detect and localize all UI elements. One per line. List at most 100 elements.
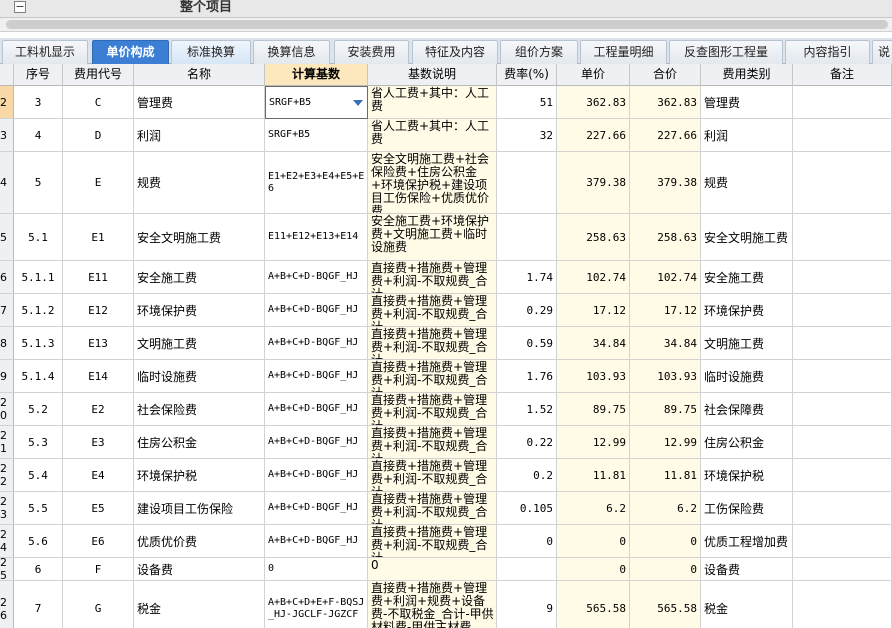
price-cell[interactable]: 227.66: [557, 119, 630, 152]
price-cell[interactable]: 362.83: [557, 86, 630, 119]
base-cell[interactable]: A+B+C+D-BQGF_HJ: [265, 426, 368, 459]
desc-cell[interactable]: 省人工费+其中：人工费: [368, 119, 497, 152]
scrollbar-thumb[interactable]: [6, 20, 888, 29]
table-row[interactable]: 4 5 E 规费 E1+E2+E3+E4+E5+E6 安全文明施工费+社会保险费+住房公积…: [0, 152, 892, 214]
base-cell[interactable]: A+B+C+D-BQGF_HJ: [265, 327, 368, 360]
price-cell[interactable]: 379.38: [557, 152, 630, 214]
note-cell[interactable]: [793, 214, 892, 261]
desc-cell[interactable]: 省人工费+其中：人工费: [368, 86, 497, 119]
total-cell[interactable]: 379.38: [630, 152, 701, 214]
table-row[interactable]: 24 5.6 E6 优质优价费 A+B+C+D-BQGF_HJ 直接费+措施费+管理费+利…: [0, 525, 892, 558]
row-header[interactable]: 22: [0, 459, 14, 492]
total-cell[interactable]: 17.12: [630, 294, 701, 327]
row-header[interactable]: 25: [0, 558, 14, 581]
category-cell[interactable]: 安全文明施工费: [701, 214, 793, 261]
code-cell[interactable]: E4: [63, 459, 134, 492]
code-cell[interactable]: E1: [63, 214, 134, 261]
note-cell[interactable]: [793, 581, 892, 628]
tab-pricing-scheme[interactable]: 组价方案: [500, 40, 578, 64]
desc-cell[interactable]: 直接费+措施费+管理费+利润-不取规费_合计: [368, 525, 497, 558]
total-cell[interactable]: 103.93: [630, 360, 701, 393]
price-cell[interactable]: 0: [557, 558, 630, 581]
category-cell[interactable]: 管理费: [701, 86, 793, 119]
header-base[interactable]: 计算基数: [265, 64, 368, 86]
header-price[interactable]: 单价: [557, 64, 630, 86]
note-cell[interactable]: [793, 459, 892, 492]
name-cell[interactable]: 税金: [134, 581, 265, 628]
base-cell[interactable]: SRGF+B5: [265, 86, 368, 119]
code-cell[interactable]: E14: [63, 360, 134, 393]
seq-cell[interactable]: 5.1.2: [14, 294, 63, 327]
horizontal-scrollbar[interactable]: [0, 18, 892, 32]
base-cell[interactable]: A+B+C+D-BQGF_HJ: [265, 459, 368, 492]
desc-cell[interactable]: 直接费+措施费+管理费+利润-不取规费_合计: [368, 294, 497, 327]
name-cell[interactable]: 建设项目工伤保险: [134, 492, 265, 525]
name-cell[interactable]: 利润: [134, 119, 265, 152]
code-cell[interactable]: E3: [63, 426, 134, 459]
price-cell[interactable]: 0: [557, 525, 630, 558]
row-header[interactable]: 8: [0, 327, 14, 360]
rate-cell[interactable]: 1.74: [497, 261, 557, 294]
category-cell[interactable]: 文明施工费: [701, 327, 793, 360]
table-row[interactable]: 6 5.1.1 E11 安全施工费 A+B+C+D-BQGF_HJ 直接费+措施费+管理费…: [0, 261, 892, 294]
rate-cell[interactable]: [497, 152, 557, 214]
total-cell[interactable]: 258.63: [630, 214, 701, 261]
category-cell[interactable]: 设备费: [701, 558, 793, 581]
tab-unit-price-composition[interactable]: 单价构成: [92, 40, 169, 64]
seq-cell[interactable]: 5.6: [14, 525, 63, 558]
name-cell[interactable]: 规费: [134, 152, 265, 214]
row-header[interactable]: 24: [0, 525, 14, 558]
header-rate[interactable]: 费率(%): [497, 64, 557, 86]
seq-cell[interactable]: 5.1.4: [14, 360, 63, 393]
note-cell[interactable]: [793, 86, 892, 119]
rate-cell[interactable]: 51: [497, 86, 557, 119]
code-cell[interactable]: E12: [63, 294, 134, 327]
desc-cell[interactable]: 安全文明施工费+社会保险费+住房公积金+环境保护税+建设项目工伤保险+优质优价费: [368, 152, 497, 214]
total-cell[interactable]: 34.84: [630, 327, 701, 360]
price-cell[interactable]: 12.99: [557, 426, 630, 459]
category-cell[interactable]: 社会保障费: [701, 393, 793, 426]
desc-cell[interactable]: 直接费+措施费+管理费+利润-不取规费_合计: [368, 360, 497, 393]
seq-cell[interactable]: 5.3: [14, 426, 63, 459]
table-row[interactable]: 22 5.4 E4 环境保护税 A+B+C+D-BQGF_HJ 直接费+措施费+管理费+利…: [0, 459, 892, 492]
seq-cell[interactable]: 5.2: [14, 393, 63, 426]
category-cell[interactable]: 优质工程增加费: [701, 525, 793, 558]
price-cell[interactable]: 11.81: [557, 459, 630, 492]
header-note[interactable]: 备注: [793, 64, 892, 86]
row-header[interactable]: 5: [0, 214, 14, 261]
header-code[interactable]: 费用代号: [63, 64, 134, 86]
category-cell[interactable]: 规费: [701, 152, 793, 214]
rate-cell[interactable]: 0.22: [497, 426, 557, 459]
base-cell[interactable]: A+B+C+D-BQGF_HJ: [265, 360, 368, 393]
code-cell[interactable]: E: [63, 152, 134, 214]
row-header[interactable]: 6: [0, 261, 14, 294]
total-cell[interactable]: 565.58: [630, 581, 701, 628]
table-row[interactable]: 25 6 F 设备费 0 0 0 0 设备费: [0, 558, 892, 581]
category-cell[interactable]: 税金: [701, 581, 793, 628]
note-cell[interactable]: [793, 426, 892, 459]
table-row[interactable]: 21 5.3 E3 住房公积金 A+B+C+D-BQGF_HJ 直接费+措施费+管理费+利…: [0, 426, 892, 459]
note-cell[interactable]: [793, 492, 892, 525]
note-cell[interactable]: [793, 525, 892, 558]
desc-cell[interactable]: 直接费+措施费+管理费+利润-不取规费_合计: [368, 327, 497, 360]
tab-content-guide[interactable]: 内容指引: [785, 40, 870, 64]
price-cell[interactable]: 565.58: [557, 581, 630, 628]
category-cell[interactable]: 临时设施费: [701, 360, 793, 393]
base-cell[interactable]: A+B+C+D-BQGF_HJ: [265, 525, 368, 558]
total-cell[interactable]: 6.2: [630, 492, 701, 525]
tab-standard-conversion[interactable]: 标准换算: [171, 40, 251, 64]
category-cell[interactable]: 工伤保险费: [701, 492, 793, 525]
dropdown-arrow-icon[interactable]: [353, 100, 363, 106]
row-header[interactable]: 3: [0, 119, 14, 152]
name-cell[interactable]: 环境保护费: [134, 294, 265, 327]
seq-cell[interactable]: 5.1.1: [14, 261, 63, 294]
note-cell[interactable]: [793, 327, 892, 360]
code-cell[interactable]: F: [63, 558, 134, 581]
tab-quantity-detail[interactable]: 工程量明细: [580, 40, 667, 64]
code-cell[interactable]: E11: [63, 261, 134, 294]
price-cell[interactable]: 103.93: [557, 360, 630, 393]
header-corner[interactable]: [0, 64, 14, 86]
rate-cell[interactable]: 0: [497, 525, 557, 558]
price-cell[interactable]: 89.75: [557, 393, 630, 426]
rate-cell[interactable]: 0.59: [497, 327, 557, 360]
